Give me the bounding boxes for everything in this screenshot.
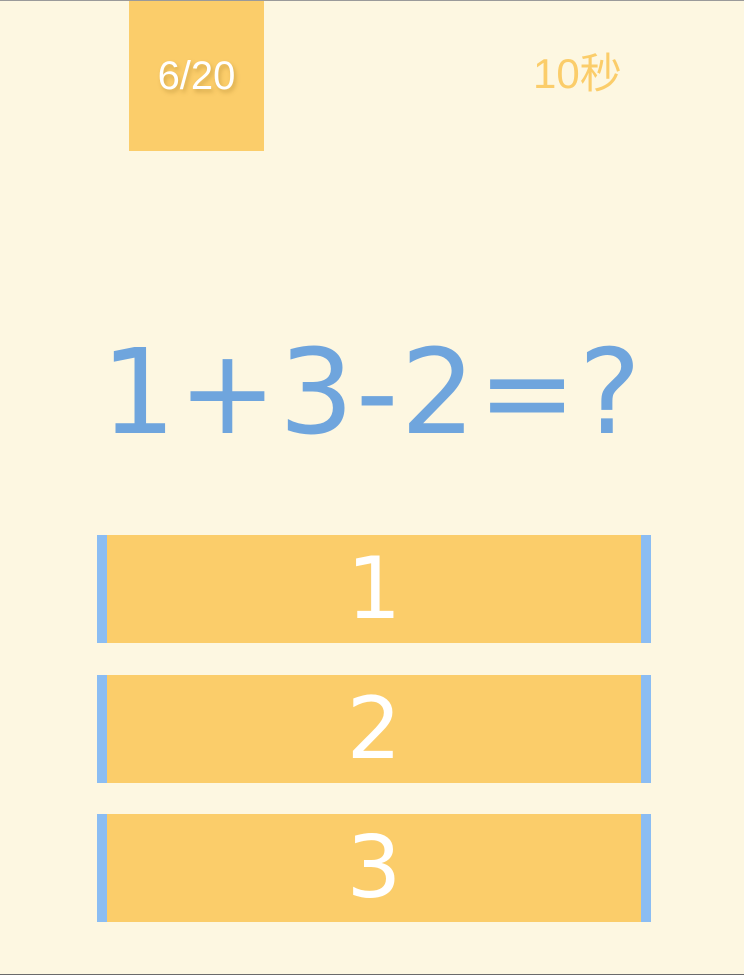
math-question: 1+3-2=? — [100, 323, 644, 461]
answer-label: 3 — [346, 818, 402, 918]
answer-button-1[interactable]: 1 — [97, 535, 651, 643]
answer-label: 1 — [346, 539, 402, 639]
answer-label: 2 — [346, 679, 402, 779]
progress-text: 6/20 — [157, 53, 236, 98]
countdown-timer: 10秒 — [533, 50, 622, 97]
progress-counter: 6/20 — [129, 1, 264, 151]
answer-button-2[interactable]: 2 — [97, 675, 651, 783]
answer-button-3[interactable]: 3 — [97, 814, 651, 922]
